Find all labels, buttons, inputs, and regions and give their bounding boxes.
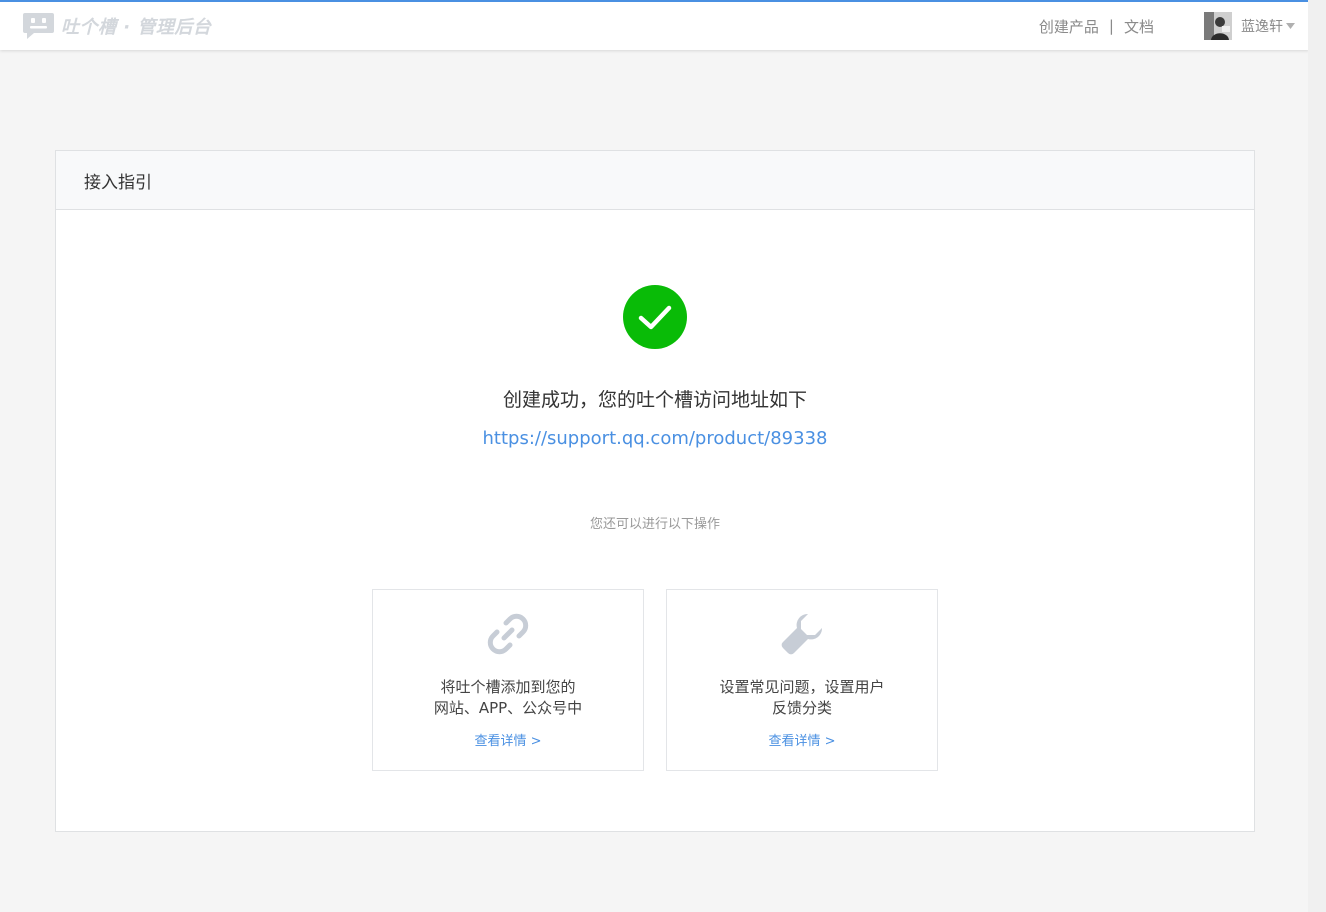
chevron-down-icon: [1286, 23, 1295, 29]
embed-card-line-1: 将吐个槽添加到您的: [440, 678, 576, 696]
page: 吐个槽 · 管理后台 创建产品 | 文档 蓝逸轩 接入指引 创建成功，您的吐个槽…: [0, 0, 1326, 912]
panel-title: 接入指引: [84, 172, 152, 193]
access-guide-panel: 接入指引 创建成功，您的吐个槽访问地址如下 https://support.qq…: [55, 150, 1255, 832]
panel-header: 接入指引: [56, 151, 1254, 210]
embed-card-line-2: 网站、APP、公众号中: [433, 699, 583, 717]
chat-bubble-logo-icon: [23, 13, 54, 39]
wrench-icon: [781, 613, 823, 655]
settings-card-text: 设置常见问题，设置用户 反馈分类: [667, 677, 937, 719]
settings-card[interactable]: 设置常见问题，设置用户 反馈分类 查看详情 >: [666, 589, 938, 771]
create-product-link[interactable]: 创建产品: [1039, 16, 1099, 37]
settings-card-line-2: 反馈分类: [771, 699, 832, 717]
scrollbar[interactable]: [1308, 0, 1326, 912]
success-check-icon: [623, 285, 687, 349]
embed-view-details-link[interactable]: 查看详情 >: [373, 730, 643, 749]
docs-link[interactable]: 文档: [1124, 16, 1154, 37]
header-actions: 创建产品 | 文档 蓝逸轩: [1039, 2, 1295, 50]
nav-separator: |: [1108, 17, 1114, 35]
user-name: 蓝逸轩: [1241, 19, 1283, 35]
next-steps-hint: 您还可以进行以下操作: [589, 517, 720, 532]
top-navigation-bar: 吐个槽 · 管理后台 创建产品 | 文档 蓝逸轩: [0, 0, 1309, 50]
logo[interactable]: 吐个槽 · 管理后台: [22, 12, 211, 40]
avatar-image-icon: [1204, 12, 1232, 40]
embed-card-text: 将吐个槽添加到您的 网站、APP、公众号中: [373, 677, 643, 719]
embed-card[interactable]: 将吐个槽添加到您的 网站、APP、公众号中 查看详情 >: [372, 589, 644, 771]
settings-card-line-1: 设置常见问题，设置用户: [719, 678, 885, 696]
user-menu[interactable]: 蓝逸轩: [1204, 12, 1295, 40]
brand-title: 吐个槽 · 管理后台: [61, 17, 212, 38]
success-message: 创建成功，您的吐个槽访问地址如下: [502, 389, 807, 411]
access-url-link[interactable]: https://support.qq.com/product/89338: [56, 428, 1254, 449]
link-icon: [487, 613, 529, 655]
settings-view-details-link[interactable]: 查看详情 >: [667, 730, 937, 749]
avatar: [1204, 12, 1232, 40]
